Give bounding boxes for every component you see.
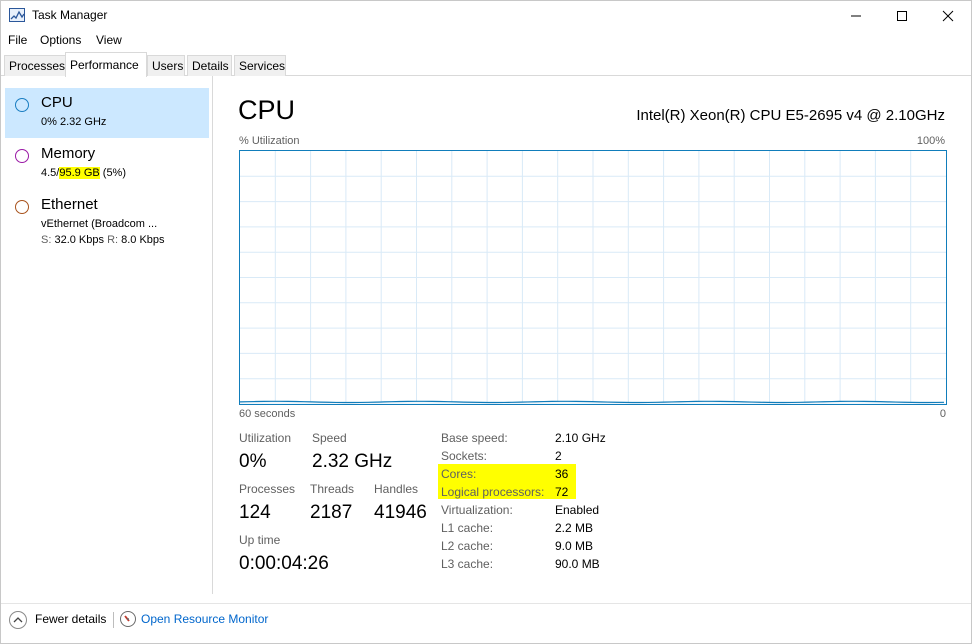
highlighted-total-memory: 95.9 GB [59, 167, 100, 179]
info-value: 72 [555, 485, 569, 499]
graph-xlabel: 60 seconds [239, 408, 296, 420]
memory-indicator-icon [15, 149, 29, 163]
tab-performance[interactable]: Performance [65, 52, 147, 77]
tab-details[interactable]: Details [187, 55, 232, 76]
footer-divider [113, 612, 114, 628]
tab-services[interactable]: Services [234, 55, 286, 76]
info-value: Enabled [555, 503, 600, 517]
cpu-utilization-graph [239, 150, 947, 405]
processes-label: Processes [239, 482, 296, 496]
info-value: 2.2 MB [555, 521, 594, 535]
processes-value: 124 [239, 502, 271, 523]
performance-sidebar: CPU 0% 2.32 GHz Memory 4.5/95.9 GB (5%) … [1, 76, 213, 594]
info-value: 36 [555, 467, 569, 481]
title-bar: Task Manager [1, 1, 971, 31]
ethernet-indicator-icon [15, 200, 29, 214]
graph-ylabel: % Utilization [239, 135, 300, 147]
info-label: Base speed: [441, 431, 508, 445]
info-value: 9.0 MB [555, 539, 594, 553]
tab-processes[interactable]: Processes [4, 55, 66, 76]
maximize-icon [897, 11, 907, 21]
open-resource-monitor-link[interactable]: Open Resource Monitor [141, 612, 268, 626]
info-value: 90.0 MB [555, 557, 600, 571]
sidebar-item-summary: 0% 2.32 GHz [41, 116, 107, 128]
info-label: Sockets: [441, 449, 488, 463]
utilization-graph-svg [240, 151, 946, 404]
graph-xmin: 0 [939, 408, 946, 420]
speed-value: 2.32 GHz [312, 451, 393, 472]
info-label: L2 cache: [441, 539, 494, 553]
utilization-value: 0% [239, 451, 267, 472]
close-button[interactable] [925, 1, 971, 31]
footer-bar: Fewer details Open Resource Monitor [1, 603, 971, 643]
info-label: Logical processors: [441, 485, 545, 499]
sidebar-item-memory[interactable]: Memory 4.5/95.9 GB (5%) [5, 139, 209, 189]
cpu-indicator-icon [15, 98, 29, 112]
task-manager-icon [9, 8, 25, 22]
sidebar-item-title: Ethernet [41, 196, 98, 213]
graph-ymax: 100% [916, 135, 945, 147]
task-manager-window: Task Manager File Options View Processes… [0, 0, 972, 644]
sidebar-item-summary: 4.5/95.9 GB (5%) [41, 167, 126, 179]
info-label: L3 cache: [441, 557, 494, 571]
tab-bar: Processes Performance Users Details Serv… [1, 51, 971, 77]
menu-options[interactable]: Options [40, 33, 81, 47]
threads-value: 2187 [310, 502, 353, 523]
minimize-button[interactable] [833, 1, 879, 31]
threads-label: Threads [310, 482, 355, 496]
window-title: Task Manager [32, 8, 108, 22]
chevron-up-icon [13, 617, 23, 623]
info-value: 2.10 GHz [555, 431, 606, 445]
tab-users[interactable]: Users [147, 55, 185, 76]
menu-bar: File Options View [1, 31, 971, 51]
utilization-label: Utilization [239, 431, 292, 445]
minimize-icon [851, 15, 861, 17]
sidebar-item-summary: vEthernet (Broadcom ... [41, 218, 158, 230]
fewer-details-button[interactable] [9, 611, 27, 629]
handles-value: 41946 [374, 502, 427, 523]
sidebar-item-cpu[interactable]: CPU 0% 2.32 GHz [5, 88, 209, 138]
close-icon [942, 10, 954, 22]
info-label: Cores: [441, 467, 477, 481]
sidebar-item-title: CPU [41, 94, 73, 111]
page-title: CPU [238, 95, 296, 125]
uptime-value: 0:00:04:26 [239, 553, 329, 574]
info-label: Virtualization: [441, 503, 513, 517]
info-value: 2 [555, 449, 562, 463]
maximize-button[interactable] [879, 1, 925, 31]
resource-monitor-icon [120, 611, 136, 627]
uptime-label: Up time [239, 533, 281, 547]
info-label: L1 cache: [441, 521, 494, 535]
menu-view[interactable]: View [96, 33, 122, 47]
sidebar-item-title: Memory [41, 145, 96, 162]
menu-file[interactable]: File [8, 33, 27, 47]
sidebar-item-ethernet[interactable]: Ethernet vEthernet (Broadcom ... S: 32.0… [5, 190, 209, 250]
speed-label: Speed [312, 431, 347, 445]
handles-label: Handles [374, 482, 419, 496]
cpu-model-name: Intel(R) Xeon(R) CPU E5-2695 v4 @ 2.10GH… [636, 107, 945, 124]
fewer-details-link[interactable]: Fewer details [35, 612, 106, 626]
sidebar-item-throughput: S: 32.0 Kbps R: 8.0 Kbps [41, 234, 165, 246]
